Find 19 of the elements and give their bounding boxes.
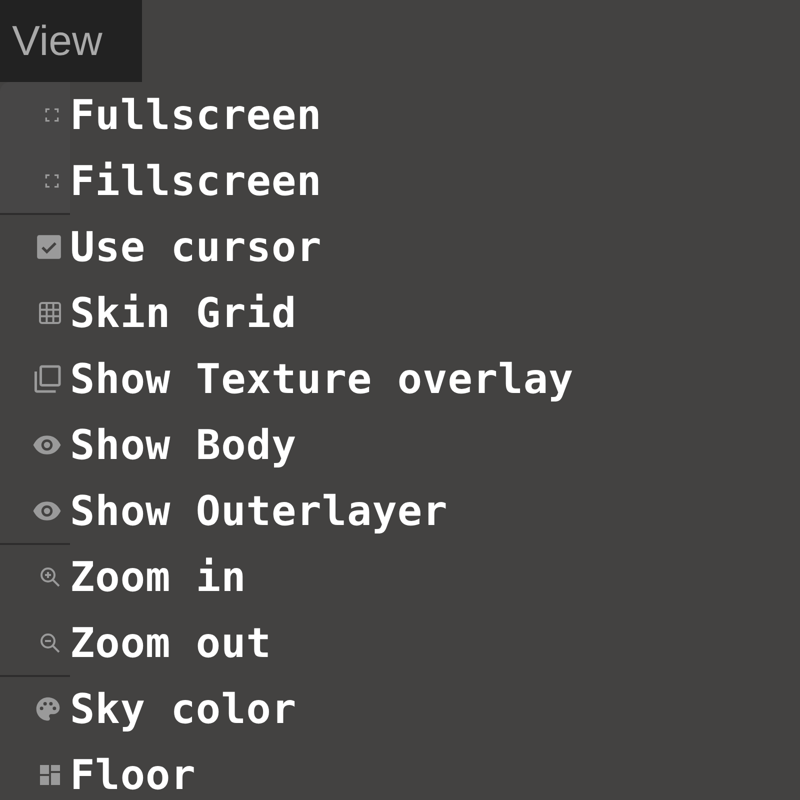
menu-item[interactable]: Zoom out — [70, 619, 272, 667]
menu-item[interactable]: Use cursor — [70, 223, 322, 271]
layers-icon — [32, 364, 62, 394]
menu-item[interactable]: Fillscreen — [70, 157, 322, 205]
menu-item[interactable]: Skin Grid — [70, 289, 297, 337]
menu-item[interactable]: Fullscreen — [70, 91, 322, 139]
view-menu-tab[interactable]: View — [0, 0, 142, 82]
zoom-out-icon — [38, 631, 62, 655]
menu-item[interactable]: Floor — [70, 751, 196, 799]
palette-icon — [34, 695, 62, 723]
grid-icon — [38, 301, 62, 325]
menu-item[interactable]: Show Body — [70, 421, 297, 469]
tiles-icon — [38, 763, 62, 787]
menu-item[interactable]: Zoom in — [70, 553, 246, 601]
menu-item[interactable]: Show Texture overlay — [70, 355, 574, 403]
menu-item[interactable]: Show Outerlayer — [70, 487, 448, 535]
zoom-in-icon — [38, 565, 62, 589]
menu-item[interactable]: Sky color — [70, 685, 297, 733]
checkbox[interactable] — [36, 234, 62, 260]
